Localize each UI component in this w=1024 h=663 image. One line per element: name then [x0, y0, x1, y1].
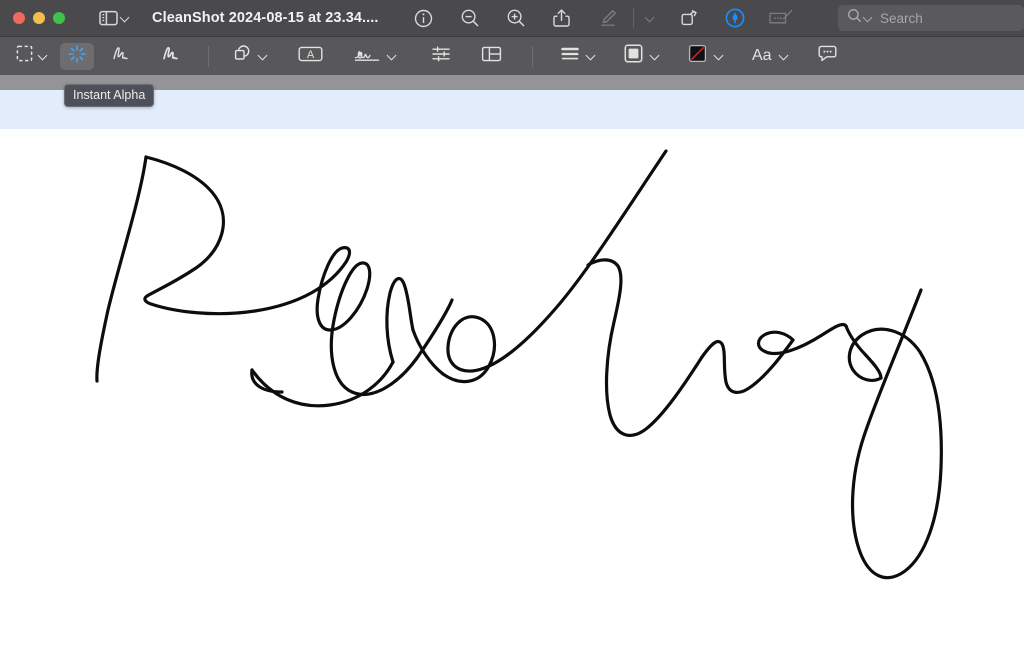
instant-alpha-icon [67, 44, 87, 69]
markup-chevron-down-icon[interactable] [636, 3, 666, 33]
window-controls [13, 12, 65, 24]
toolbar-divider-2 [532, 46, 533, 67]
tooltip-text: Instant Alpha [73, 88, 145, 102]
shape-style-icon [561, 46, 579, 67]
sketch-icon [110, 44, 132, 68]
signature-ink [0, 129, 1024, 663]
fill-color-chevron-down-icon[interactable] [715, 52, 724, 61]
image-canvas[interactable] [0, 129, 1024, 663]
rotate-icon[interactable] [666, 3, 712, 33]
tool-adjust-size[interactable] [477, 43, 506, 70]
sidebar-icon[interactable] [99, 5, 118, 31]
tool-adjust-color[interactable] [427, 43, 455, 70]
text-box-icon: A [298, 45, 323, 68]
titlebar-button-group [401, 3, 804, 33]
search-icon [847, 8, 862, 28]
fill-color-none-icon [688, 44, 707, 68]
window-titlebar: CleanShot 2024-08-15 at 23.34.... [0, 0, 1024, 36]
tool-shape-style[interactable] [557, 43, 600, 70]
sidebar-toggle-group [99, 5, 130, 31]
annotate-pen-icon[interactable] [712, 3, 758, 33]
search-placeholder: Search [880, 11, 923, 26]
shapes-chevron-down-icon[interactable] [259, 52, 268, 61]
sidebar-chevron-down-icon[interactable] [121, 5, 130, 31]
tool-border-color[interactable] [620, 43, 664, 70]
tool-instant-alpha[interactable] [60, 43, 94, 70]
tool-sketch[interactable] [106, 43, 136, 70]
shape-style-chevron-down-icon[interactable] [587, 52, 596, 61]
zoom-button[interactable] [53, 12, 65, 24]
text-style-icon: Aa [752, 48, 772, 64]
tool-draw[interactable] [156, 43, 186, 70]
signature-pad-icon[interactable] [758, 3, 804, 33]
markup-toolbar: A [0, 36, 1024, 75]
tool-text-style[interactable]: Aa [748, 43, 793, 70]
svg-text:A: A [307, 49, 315, 61]
text-style-chevron-down-icon[interactable] [780, 52, 789, 61]
tool-annotate-note[interactable] [813, 43, 842, 70]
search-field[interactable]: Search [838, 5, 1024, 31]
tool-text[interactable]: A [294, 43, 327, 70]
adjust-color-icon [431, 45, 451, 68]
zoom-out-icon[interactable] [447, 3, 493, 33]
share-icon[interactable] [539, 3, 585, 33]
draw-icon [160, 44, 182, 68]
tool-sign[interactable] [349, 43, 401, 70]
info-circle-icon[interactable] [401, 3, 447, 33]
tool-selection[interactable] [12, 43, 52, 70]
border-color-icon [624, 44, 643, 68]
window-title: CleanShot 2024-08-15 at 23.34.... [152, 10, 379, 26]
shapes-icon [233, 44, 252, 68]
sign-icon [353, 45, 381, 68]
selection-chevron-down-icon[interactable] [39, 52, 48, 61]
close-button[interactable] [13, 12, 25, 24]
minimize-button[interactable] [33, 12, 45, 24]
speech-bubble-icon [817, 45, 838, 68]
pencil-markup-icon[interactable] [585, 3, 631, 33]
search-chevron-down-icon[interactable] [864, 14, 873, 23]
border-color-chevron-down-icon[interactable] [651, 52, 660, 61]
adjust-size-icon [481, 45, 502, 68]
titlebar-divider [633, 8, 634, 28]
app-window: CleanShot 2024-08-15 at 23.34.... [0, 0, 1024, 663]
toolbar-divider-1 [208, 46, 209, 67]
zoom-in-icon[interactable] [493, 3, 539, 33]
tool-shapes[interactable] [229, 43, 272, 70]
sign-chevron-down-icon[interactable] [388, 52, 397, 61]
tool-fill-color[interactable] [684, 43, 728, 70]
tooltip-instant-alpha: Instant Alpha [64, 84, 154, 107]
rectangular-selection-icon [16, 45, 33, 67]
